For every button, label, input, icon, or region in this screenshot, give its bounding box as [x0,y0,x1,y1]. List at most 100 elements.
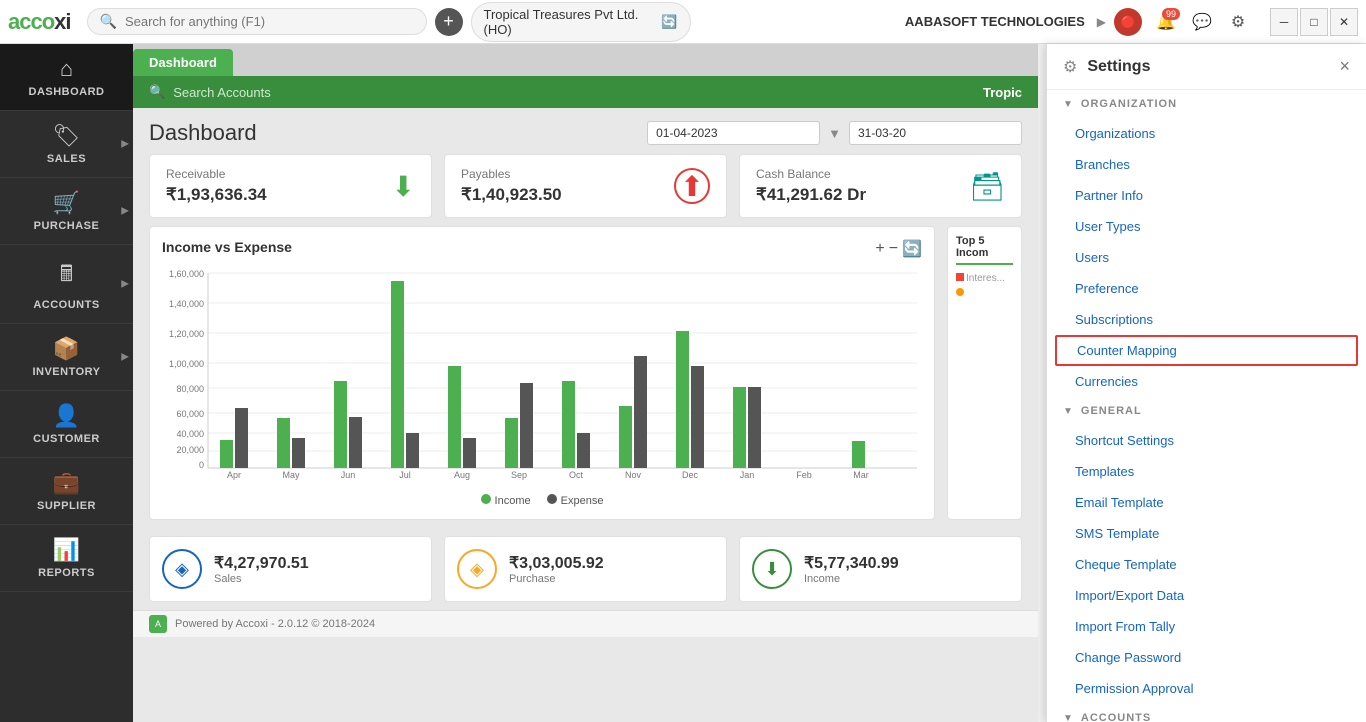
purchase-icon: 🛒 [53,190,80,216]
search-input[interactable] [125,14,385,29]
settings-close-button[interactable]: × [1339,56,1350,77]
settings-item-change-password[interactable]: Change Password [1047,642,1366,673]
close-button[interactable]: ✕ [1330,8,1358,36]
chart-add-button[interactable]: + [875,239,884,259]
top5-row2 [956,288,1013,296]
maximize-button[interactable]: □ [1300,8,1328,36]
settings-item-currencies[interactable]: Currencies [1047,366,1366,397]
settings-item-counter-mapping[interactable]: Counter Mapping [1055,335,1358,366]
settings-section-organization: ▼ ORGANIZATION Organizations Branches Pa… [1047,90,1366,397]
chevron-right-icon: ▶ [121,279,129,290]
chart-refresh-button[interactable]: 🔄 [902,239,922,259]
settings-item-email-template[interactable]: Email Template [1047,487,1366,518]
settings-title: Settings [1087,58,1329,76]
search-icon: 🔍 [100,13,117,30]
accounts-section-title: ACCOUNTS [1081,712,1151,722]
purchase-summary-value: ₹3,03,005.92 [509,553,604,573]
accounts-icon: 🖩 [60,257,73,295]
section-collapse-icon: ▼ [1063,713,1073,722]
svg-text:Aug: Aug [454,470,470,480]
settings-item-permission[interactable]: Permission Approval [1047,673,1366,704]
sidebar-item-label: PURCHASE [34,220,100,232]
company-selector[interactable]: Tropical Treasures Pvt Ltd.(HO) 🔄 [471,2,691,42]
organization-section-header[interactable]: ▼ ORGANIZATION [1047,90,1366,118]
settings-item-import-export[interactable]: Import/Export Data [1047,580,1366,611]
settings-item-users[interactable]: Users [1047,242,1366,273]
sidebar-item-supplier[interactable]: 💼 SUPPLIER [0,458,133,525]
date-range: ▼ [647,121,1022,145]
bottom-cards: ◈ ₹4,27,970.51 Sales ◈ ₹3,03,005.92 Purc… [133,528,1038,610]
reports-icon: 📊 [53,537,80,563]
settings-item-branches[interactable]: Branches [1047,149,1366,180]
chart-minus-button[interactable]: − [889,239,898,259]
sidebar-item-accounts[interactable]: 🖩 ACCOUNTS ▶ [0,245,133,324]
search-accounts-area[interactable]: 🔍 Search Accounts [149,84,971,100]
sidebar-item-dashboard[interactable]: ⌂ DASHBOARD [0,44,133,111]
chart-area: Income vs Expense + − 🔄 1,60,000 1,40,00… [133,226,1038,528]
legend-expense-label: Expense [561,495,604,507]
payables-icon: ⬆ [674,168,710,204]
dashboard-header: Dashboard ▼ [133,108,1038,154]
settings-item-import-tally[interactable]: Import From Tally [1047,611,1366,642]
svg-text:80,000: 80,000 [176,384,204,394]
tab-dashboard[interactable]: Dashboard [133,49,233,76]
payables-value: ₹1,40,923.50 [461,185,562,205]
svg-text:Jan: Jan [740,470,755,480]
page-title: Dashboard [149,120,257,146]
add-button[interactable]: + [435,8,463,36]
settings-button[interactable]: ⚙ [1222,6,1254,38]
settings-item-partner-info[interactable]: Partner Info [1047,180,1366,211]
settings-item-preference[interactable]: Preference [1047,273,1366,304]
settings-header: ⚙ Settings × [1047,44,1366,90]
settings-item-sms-template[interactable]: SMS Template [1047,518,1366,549]
sidebar-item-label: DASHBOARD [29,86,105,98]
company-name-display: Tropical Treasures Pvt Ltd.(HO) [484,7,654,37]
green-search-bar: 🔍 Search Accounts Tropic [133,76,1038,108]
chart-legend: Income Expense [162,494,922,507]
sidebar-item-inventory[interactable]: 📦 INVENTORY ▶ [0,324,133,391]
sidebar-item-purchase[interactable]: 🛒 PURCHASE ▶ [0,178,133,245]
chart-controls: + − 🔄 [875,239,922,259]
messages-button[interactable]: 💬 [1186,6,1218,38]
global-search-bar[interactable]: 🔍 [87,8,427,35]
accounts-section-header[interactable]: ▼ ACCOUNTS [1047,704,1366,722]
minimize-button[interactable]: ─ [1270,8,1298,36]
sidebar-item-sales[interactable]: 🏷 SALES ▶ [0,111,133,178]
income-summary-icon: ⬇ [752,549,792,589]
svg-text:Oct: Oct [569,470,584,480]
sidebar: ⌂ DASHBOARD 🏷 SALES ▶ 🛒 PURCHASE ▶ 🖩 ACC… [0,44,133,722]
sidebar-item-label: SALES [47,153,86,165]
sidebar-item-label: ACCOUNTS [33,299,99,311]
avatar[interactable]: 🔴 [1114,8,1142,36]
footer: A Powered by Accoxi - 2.0.12 © 2018-2024 [133,610,1038,637]
settings-body: ▼ ORGANIZATION Organizations Branches Pa… [1047,90,1366,722]
svg-text:Jul: Jul [399,470,411,480]
general-section-header[interactable]: ▼ GENERAL [1047,397,1366,425]
notifications-button[interactable]: 🔔 99 [1150,6,1182,38]
settings-item-templates[interactable]: Templates [1047,456,1366,487]
top5-title: Top 5 Incom [956,235,1013,265]
sidebar-item-customer[interactable]: 👤 CUSTOMER [0,391,133,458]
purchase-summary-icon: ◈ [457,549,497,589]
svg-text:May: May [282,470,300,480]
window-controls: ─ □ ✕ [1270,8,1358,36]
bar-chart-svg: 1,60,000 1,40,000 1,20,000 1,00,000 80,0… [162,263,922,483]
footer-logo: A [149,615,167,633]
settings-section-accounts: ▼ ACCOUNTS Voucher Settings [1047,704,1366,722]
refresh-icon[interactable]: 🔄 [661,14,677,30]
settings-item-cheque-template[interactable]: Cheque Template [1047,549,1366,580]
settings-panel: ⚙ Settings × ▼ ORGANIZATION Organization… [1046,44,1366,722]
settings-item-shortcut[interactable]: Shortcut Settings [1047,425,1366,456]
dashboard-content: 🔍 Search Accounts Tropic Dashboard ▼ Rec… [133,76,1038,722]
date-to-input[interactable] [849,121,1022,145]
app-logo: accoxi [8,9,71,35]
sidebar-item-reports[interactable]: 📊 REPORTS [0,525,133,592]
summary-cards: Receivable ₹1,93,636.34 ⬇ Payables ₹1,40… [133,154,1038,226]
payables-label: Payables [461,167,562,181]
svg-text:Dec: Dec [682,470,699,480]
settings-item-organizations[interactable]: Organizations [1047,118,1366,149]
settings-item-user-types[interactable]: User Types [1047,211,1366,242]
settings-item-subscriptions[interactable]: Subscriptions [1047,304,1366,335]
date-from-input[interactable] [647,121,820,145]
receivable-card: Receivable ₹1,93,636.34 ⬇ [149,154,432,218]
